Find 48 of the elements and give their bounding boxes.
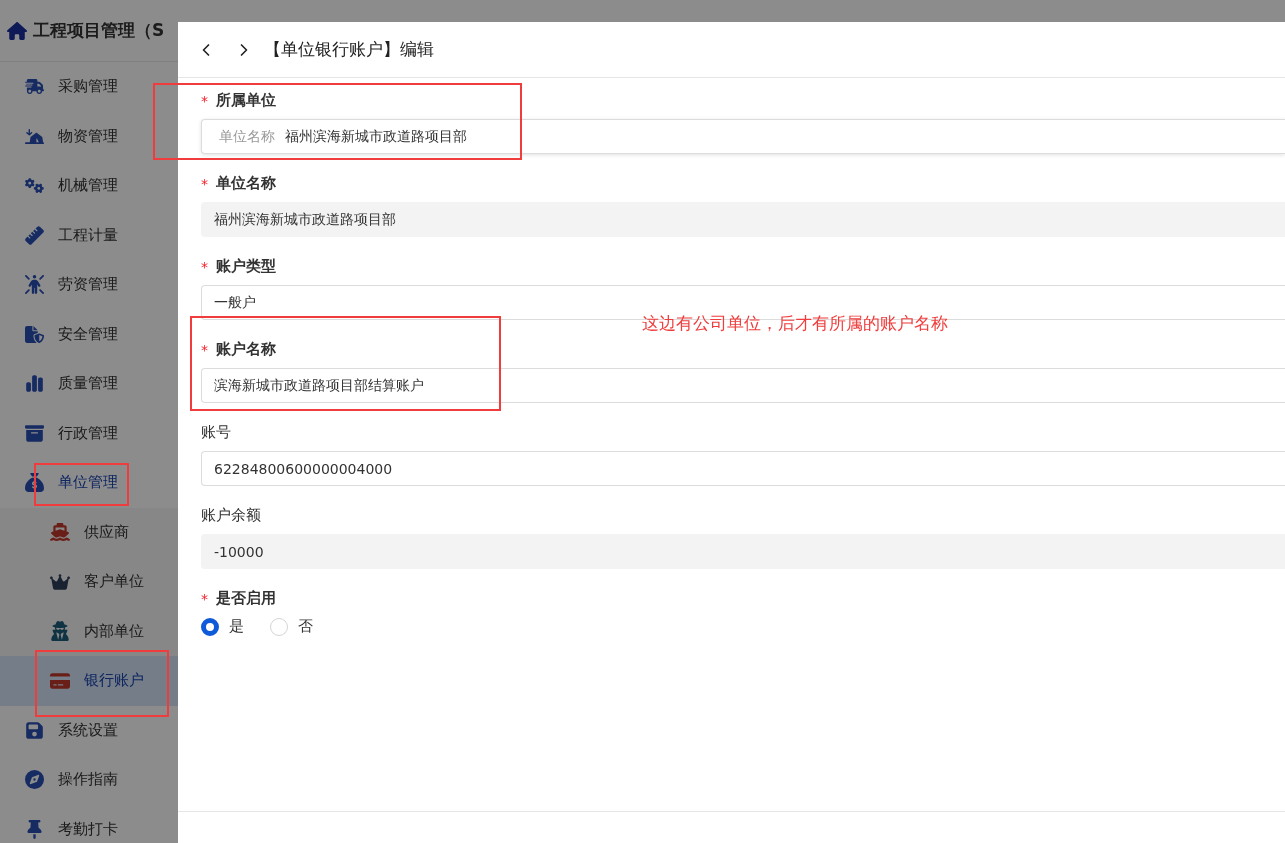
truck-icon: [25, 77, 44, 97]
spy-icon: [50, 621, 70, 642]
input-field[interactable]: 62284800600000004000: [201, 451, 1285, 486]
field-label: 账户名称: [216, 340, 276, 359]
input-field[interactable]: 单位名称 福州滨海新城市政道路项目部: [201, 119, 1285, 154]
radio-option[interactable]: 否: [270, 617, 313, 636]
required-mark: *: [201, 92, 208, 109]
money-bag-icon: [25, 473, 44, 493]
required-mark: *: [201, 341, 208, 358]
app-title: 工程项目管理（S: [33, 19, 165, 42]
field-value: -10000: [214, 543, 264, 560]
input-field[interactable]: 福州滨海新城市政道路项目部: [201, 202, 1285, 237]
field-label: 账户余额: [201, 506, 261, 525]
field-label: 单位名称: [216, 174, 276, 193]
pin-icon: [25, 819, 44, 839]
field-label: 账户类型: [216, 257, 276, 276]
sidebar-subitem[interactable]: 内部单位: [0, 606, 178, 656]
field-label: 是否启用: [216, 589, 276, 608]
field-value: 一般户: [214, 293, 256, 312]
input-field[interactable]: -10000: [201, 534, 1285, 569]
field-value: 福州滨海新城市政道路项目部: [285, 127, 467, 146]
ship-icon: [50, 522, 70, 543]
radio-option[interactable]: 是: [201, 617, 244, 636]
bar-chart-icon: [25, 374, 44, 394]
credit-card-icon: [50, 670, 70, 691]
home-icon: [7, 20, 27, 41]
tent-icon: [25, 126, 44, 146]
required-mark: *: [201, 590, 208, 607]
drawer-title: 【单位银行账户】编辑: [264, 38, 434, 61]
sidebar-subitem[interactable]: 供应商: [0, 507, 178, 557]
archive-icon: [25, 423, 44, 443]
shield-file-icon: [25, 324, 44, 344]
field-value: 62284800600000004000: [214, 460, 393, 477]
gears-icon: [25, 176, 44, 196]
field-value: 福州滨海新城市政道路项目部: [214, 210, 396, 229]
sidebar-subitem[interactable]: 银行账户: [0, 656, 178, 706]
field-value: 滨海新城市政道路项目部结算账户: [214, 376, 424, 395]
person-icon: [25, 275, 44, 295]
field-prefix: 单位名称: [219, 127, 275, 146]
field-label: 账号: [201, 423, 231, 442]
compass-icon: [25, 770, 44, 790]
field-label: 所属单位: [216, 91, 276, 110]
required-mark: *: [201, 258, 208, 275]
ruler-icon: [25, 225, 44, 245]
crown-icon: [50, 571, 70, 592]
input-field[interactable]: 滨海新城市政道路项目部结算账户: [201, 368, 1285, 403]
required-mark: *: [201, 175, 208, 192]
sidebar-subitem[interactable]: 客户单位: [0, 557, 178, 607]
